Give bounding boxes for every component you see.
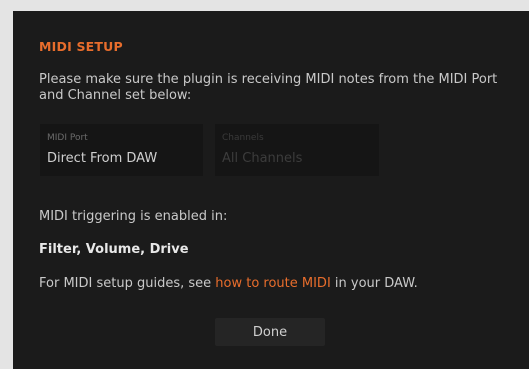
dialog-description: Please make sure the plugin is receiving… xyxy=(39,72,498,103)
triggering-text: MIDI triggering is enabled in: xyxy=(39,209,228,224)
guide-prefix: For MIDI setup guides, see xyxy=(39,276,216,291)
setup-guide-text: For MIDI setup guides, see how to route … xyxy=(39,276,418,291)
midi-port-label: MIDI Port xyxy=(47,133,88,143)
midi-port-value: Direct From DAW xyxy=(47,151,158,166)
midi-setup-dialog: MIDI SETUP Please make sure the plugin i… xyxy=(13,11,529,369)
done-button[interactable]: Done xyxy=(215,318,325,346)
channels-label: Channels xyxy=(222,133,264,143)
channels-value: All Channels xyxy=(222,151,303,166)
triggering-params: Filter, Volume, Drive xyxy=(39,242,189,257)
midi-port-select[interactable]: MIDI Port Direct From DAW xyxy=(40,124,203,176)
channels-select: Channels All Channels xyxy=(215,124,379,176)
guide-suffix: in your DAW. xyxy=(330,276,418,291)
dialog-title: MIDI SETUP xyxy=(39,39,123,54)
route-midi-link[interactable]: how to route MIDI xyxy=(215,276,331,291)
